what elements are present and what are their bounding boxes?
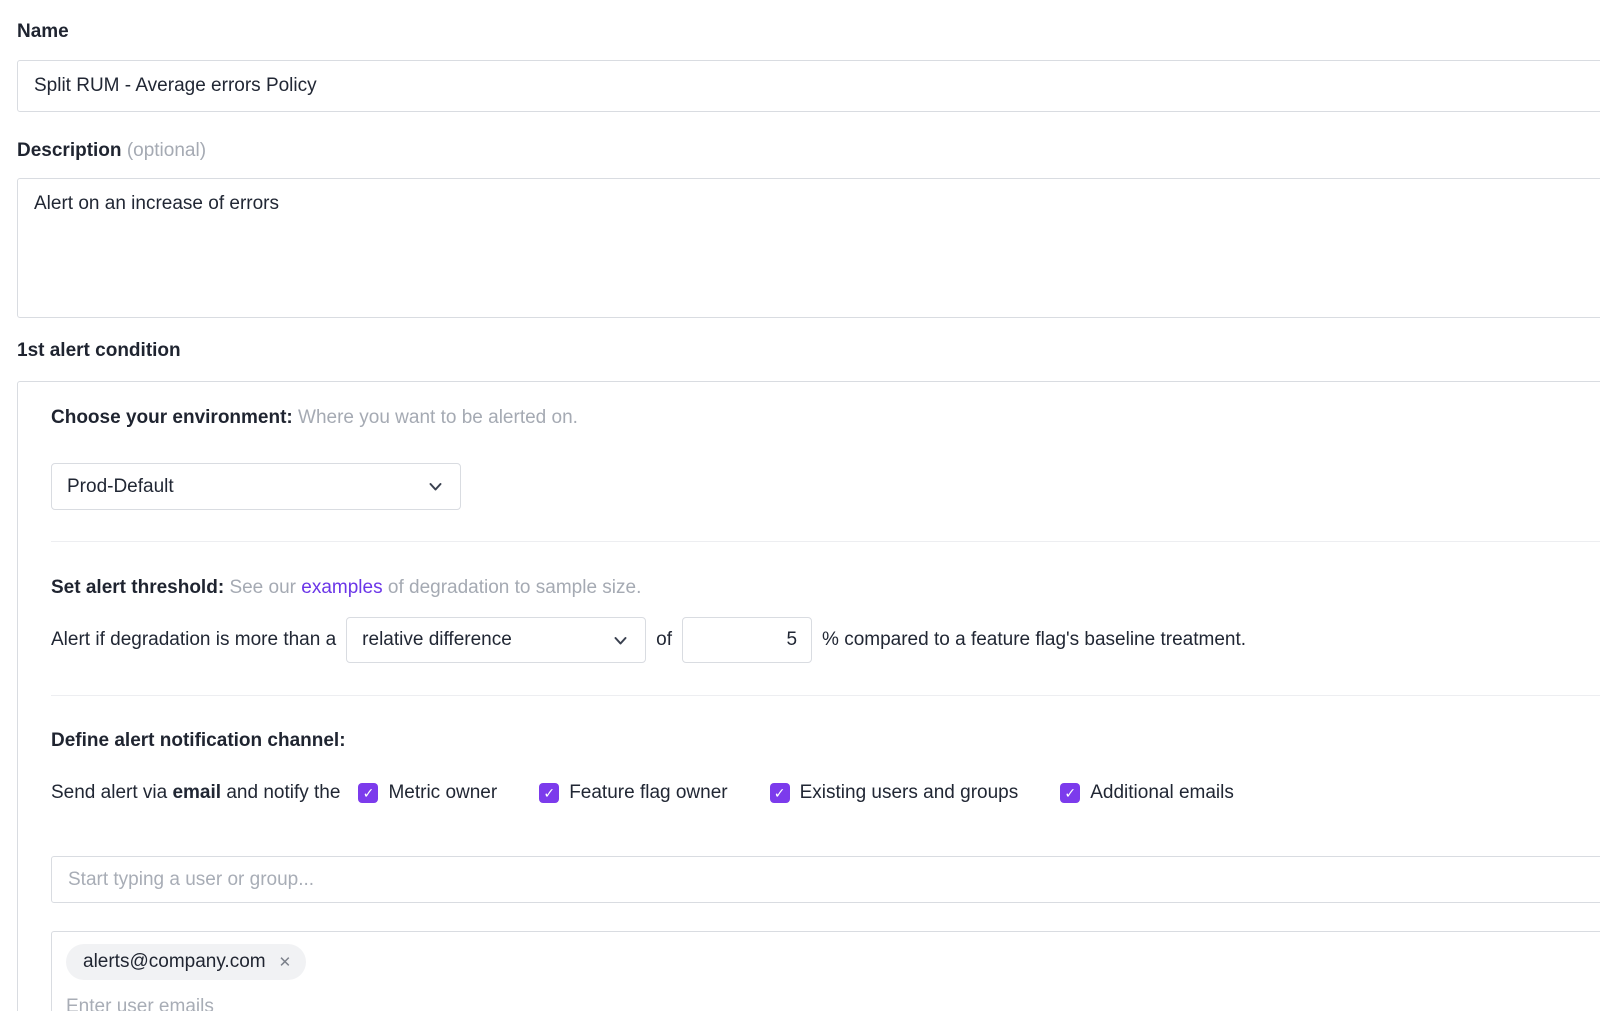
alert-policy-form: Name Description (optional) Alert on an … (0, 0, 1600, 1011)
threshold-label: Set alert threshold: (51, 577, 224, 598)
checkbox-checked-icon[interactable]: ✓ (770, 783, 790, 803)
threshold-sentence-suffix: % compared to a feature flag's baseline … (822, 629, 1246, 651)
examples-link[interactable]: examples (301, 577, 382, 598)
environment-select-value: Prod-Default (67, 476, 174, 498)
send-prefix: Send alert via (51, 782, 167, 803)
environment-select[interactable]: Prod-Default (51, 463, 461, 510)
threshold-row: Alert if degradation is more than a rela… (51, 617, 1600, 663)
name-input[interactable] (17, 60, 1600, 112)
description-label: Description (optional) (17, 140, 1600, 162)
environment-label-row: Choose your environment: Where you want … (51, 407, 1600, 429)
user-group-search-input[interactable] (51, 856, 1600, 903)
environment-label: Choose your environment: (51, 407, 293, 428)
checkbox-label: Metric owner (388, 782, 497, 804)
checkbox-additional-emails[interactable]: ✓ Additional emails (1060, 782, 1234, 804)
notification-label: Define alert notification channel: (51, 729, 1600, 753)
emails-placeholder-text: Enter user emails (66, 996, 1600, 1011)
threshold-hint-after: of degradation to sample size. (388, 577, 642, 598)
checkbox-metric-owner[interactable]: ✓ Metric owner (358, 782, 497, 804)
checkbox-feature-flag-owner[interactable]: ✓ Feature flag owner (539, 782, 727, 804)
divider (51, 541, 1600, 542)
comparison-type-select[interactable]: relative difference (346, 617, 646, 663)
send-suffix: and notify the (226, 782, 340, 803)
checkbox-checked-icon[interactable]: ✓ (1060, 783, 1080, 803)
send-alert-text: Send alert via email and notify the (51, 782, 340, 804)
threshold-of-word: of (656, 629, 672, 651)
checkbox-checked-icon[interactable]: ✓ (358, 783, 378, 803)
threshold-label-row: Set alert threshold: See our examples of… (51, 575, 1600, 601)
email-chip-text: alerts@company.com (83, 951, 266, 973)
alert-condition-panel: Choose your environment: Where you want … (17, 381, 1600, 1011)
description-optional-text: (optional) (127, 140, 206, 161)
description-label-text: Description (17, 140, 122, 161)
divider (51, 695, 1600, 696)
checkbox-label: Additional emails (1090, 782, 1234, 804)
description-textarea[interactable]: Alert on an increase of errors (17, 178, 1600, 318)
checkbox-checked-icon[interactable]: ✓ (539, 783, 559, 803)
threshold-value-input[interactable] (682, 617, 812, 663)
checkbox-existing-users-groups[interactable]: ✓ Existing users and groups (770, 782, 1019, 804)
threshold-hint-before: See our (229, 577, 296, 598)
additional-emails-box[interactable]: alerts@company.com ✕ Enter user emails (51, 931, 1600, 1011)
environment-hint: Where you want to be alerted on. (298, 407, 578, 428)
checkbox-label: Existing users and groups (800, 782, 1019, 804)
send-bold: email (172, 782, 221, 803)
notification-row: Send alert via email and notify the ✓ Me… (51, 782, 1600, 804)
email-chip: alerts@company.com ✕ (66, 944, 306, 980)
threshold-sentence-prefix: Alert if degradation is more than a (51, 629, 336, 651)
comparison-type-value: relative difference (362, 629, 512, 651)
chevron-down-icon (611, 631, 630, 650)
chip-remove-icon[interactable]: ✕ (279, 955, 292, 970)
condition-heading: 1st alert condition (17, 340, 1600, 362)
chevron-down-icon (426, 477, 445, 496)
name-label: Name (17, 21, 1600, 43)
checkbox-label: Feature flag owner (569, 782, 727, 804)
